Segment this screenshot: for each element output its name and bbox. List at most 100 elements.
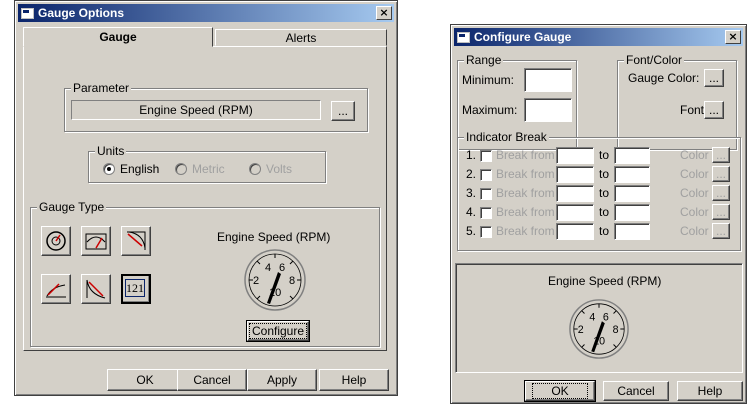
- maximum-input[interactable]: [524, 98, 572, 122]
- break-row-checkbox[interactable]: [480, 188, 492, 200]
- break-row-number: 3.: [466, 186, 477, 200]
- tab-gauge-label: Gauge: [99, 30, 137, 44]
- dial-number-4: 4: [265, 262, 271, 274]
- indicator-break-group-label: Indicator Break: [464, 130, 549, 144]
- corner-sweep-gauge-icon: [127, 231, 146, 250]
- break-row: 3. Break from to Color ...: [458, 185, 740, 203]
- tab-panel: Parameter Engine Speed (RPM) ... Units E…: [23, 46, 387, 351]
- units-metric-radio: [175, 163, 187, 175]
- break-to-input[interactable]: [614, 204, 650, 221]
- units-english-radio[interactable]: [103, 163, 115, 175]
- dial-number-8: 8: [613, 324, 619, 336]
- apply-button[interactable]: Apply: [247, 369, 317, 391]
- break-color-browse-button[interactable]: ...: [712, 147, 730, 163]
- break-from-input[interactable]: [556, 166, 594, 183]
- dial-number-2: 2: [578, 324, 584, 336]
- parameter-browse-button[interactable]: ...: [331, 101, 355, 121]
- break-row: 4. Break from to Color ...: [458, 204, 740, 222]
- diagonal-line-gauge-icon: [86, 279, 106, 299]
- tab-alerts-label: Alerts: [285, 30, 317, 45]
- round-dial-gauge-icon: [46, 231, 66, 251]
- break-from-input[interactable]: [556, 204, 594, 221]
- break-row-checkbox[interactable]: [480, 207, 492, 219]
- units-group: Units English Metric Volts: [88, 144, 326, 183]
- maximum-label: Maximum:: [462, 103, 518, 117]
- curve-gauge-button[interactable]: [41, 274, 71, 304]
- break-color-label: Color: [680, 167, 709, 181]
- gauge-preview-panel: Engine Speed (RPM) 2 4 6 8 10: [455, 263, 743, 373]
- dial-number-2: 2: [253, 275, 259, 287]
- parameter-field: Engine Speed (RPM): [71, 100, 321, 120]
- configure-ok-label: OK: [532, 383, 588, 399]
- app-icon: [457, 31, 470, 43]
- break-from-input[interactable]: [556, 147, 594, 164]
- digital-readout-button[interactable]: 121: [121, 274, 151, 304]
- break-row: 5. Break from to Color ...: [458, 223, 740, 241]
- parameter-group-label: Parameter: [71, 81, 132, 95]
- break-to-input[interactable]: [614, 223, 650, 240]
- break-from-label: Break from: [496, 148, 555, 162]
- break-from-label: Break from: [496, 205, 555, 219]
- minimum-input[interactable]: [524, 68, 572, 92]
- break-color-browse-button[interactable]: ...: [712, 166, 730, 182]
- curve-gauge-icon: [46, 283, 66, 298]
- app-icon: [21, 7, 34, 19]
- break-color-browse-button[interactable]: ...: [712, 204, 730, 220]
- break-to-input[interactable]: [614, 185, 650, 202]
- gauge-options-titlebar[interactable]: Gauge Options ×: [18, 4, 394, 22]
- arc-gauge-icon: [85, 233, 107, 250]
- break-row-checkbox[interactable]: [480, 150, 492, 162]
- break-from-label: Break from: [496, 224, 555, 238]
- close-icon[interactable]: ×: [725, 30, 741, 44]
- break-color-browse-button[interactable]: ...: [712, 185, 730, 201]
- arc-gauge-button[interactable]: [81, 226, 111, 256]
- configure-ok-button[interactable]: OK: [524, 380, 596, 402]
- break-color-browse-button[interactable]: ...: [712, 223, 730, 239]
- gauge-preview-title: Engine Speed (RPM): [217, 230, 331, 244]
- corner-sweep-gauge-button[interactable]: [121, 226, 151, 256]
- configure-button[interactable]: Configure: [246, 320, 310, 342]
- gauge-color-label: Gauge Color:: [628, 71, 700, 85]
- configure-gauge-titlebar[interactable]: Configure Gauge ×: [454, 28, 743, 46]
- gauge-color-browse-button[interactable]: ...: [704, 69, 724, 87]
- diagonal-line-gauge-button[interactable]: [81, 274, 111, 304]
- configure-preview-dial: 2 4 6 8 10: [569, 299, 629, 359]
- break-color-label: Color: [680, 186, 709, 200]
- units-english-label[interactable]: English: [120, 162, 159, 176]
- break-row-checkbox[interactable]: [480, 169, 492, 181]
- ok-button[interactable]: OK: [107, 369, 183, 391]
- break-color-label: Color: [680, 148, 709, 162]
- break-row-number: 1.: [466, 148, 477, 162]
- break-row-checkbox[interactable]: [480, 226, 492, 238]
- break-row: 1. Break from to Color ...: [458, 147, 740, 165]
- break-to-input[interactable]: [614, 166, 650, 183]
- units-volts-label: Volts: [266, 162, 293, 176]
- dial-number-4: 4: [589, 311, 595, 323]
- break-from-label: Break from: [496, 186, 555, 200]
- close-icon[interactable]: ×: [376, 6, 392, 20]
- tab-alerts[interactable]: Alerts: [215, 29, 387, 46]
- units-metric-label: Metric: [192, 162, 225, 176]
- break-to-input[interactable]: [614, 147, 650, 164]
- font-browse-button[interactable]: ...: [704, 101, 724, 119]
- break-to-label: to: [599, 186, 610, 200]
- minimum-label: Minimum:: [462, 73, 515, 87]
- break-from-input[interactable]: [556, 185, 594, 202]
- break-row-number: 4.: [466, 205, 477, 219]
- gauge-preview-dial: 2 4 6 8 10: [244, 249, 306, 311]
- configure-button-label: Configure: [248, 323, 308, 339]
- help-button[interactable]: Help: [319, 369, 389, 391]
- parameter-group: Parameter Engine Speed (RPM) ...: [64, 81, 368, 132]
- break-from-input[interactable]: [556, 223, 594, 240]
- configure-help-button[interactable]: Help: [677, 381, 743, 401]
- break-to-label: to: [599, 205, 610, 219]
- dial-number-8: 8: [289, 275, 295, 287]
- cancel-button[interactable]: Cancel: [177, 369, 247, 391]
- gauge-type-group: Gauge Type 121 Engine Speed (RPM) 2 4 6 …: [30, 200, 380, 347]
- break-row-number: 2.: [466, 167, 477, 181]
- round-dial-gauge-button[interactable]: [41, 226, 71, 256]
- configure-gauge-title: Configure Gauge: [474, 30, 572, 44]
- configure-cancel-button[interactable]: Cancel: [603, 381, 669, 401]
- tab-gauge[interactable]: Gauge: [23, 27, 213, 47]
- configure-gauge-window: Configure Gauge × Range Minimum: Maximum…: [450, 24, 747, 404]
